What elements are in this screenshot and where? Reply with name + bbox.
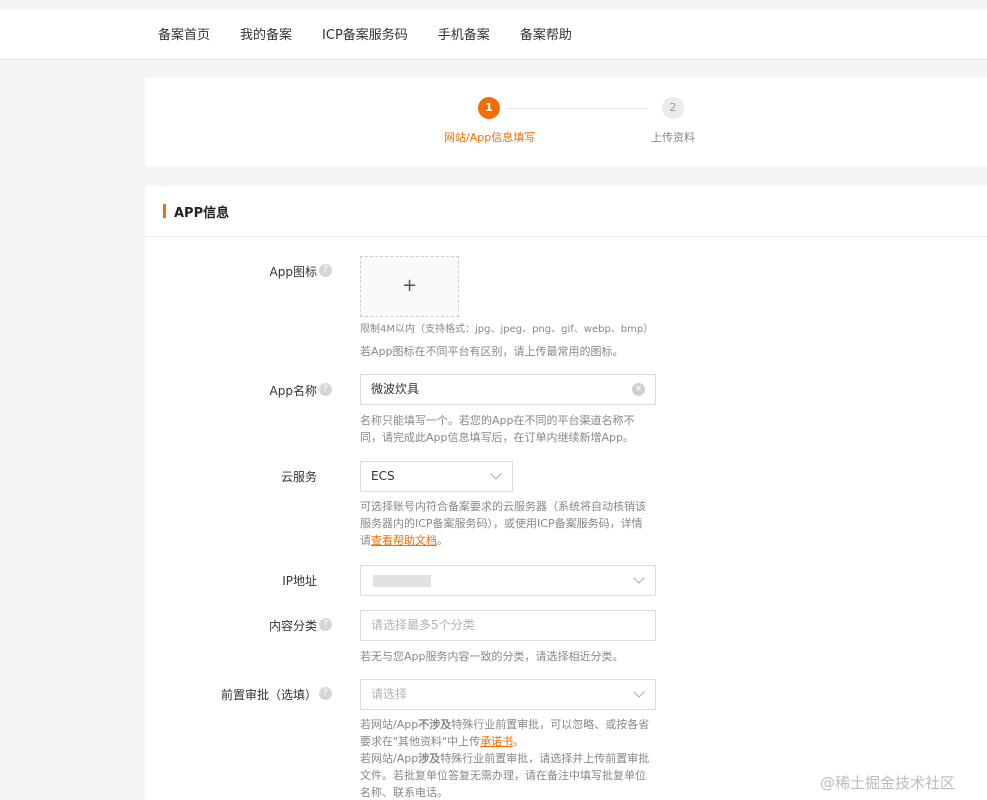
cloud-service-select[interactable]: ECS	[360, 461, 513, 492]
chevron-down-icon	[633, 572, 645, 584]
help-icon[interactable]: ?	[319, 383, 332, 396]
content-category-placeholder: 请选择最多5个分类	[371, 618, 475, 632]
redacted-ip-value	[373, 575, 431, 587]
plus-icon: +	[401, 275, 418, 296]
help-icon[interactable]: ?	[319, 264, 332, 277]
step-2-label: 上传资料	[651, 131, 695, 144]
section-header: APP信息	[145, 186, 987, 237]
preapproval-label: 前置审批（选填）	[220, 688, 317, 702]
app-icon-desc: 若App图标在不同平台有区别，请上传最常用的图标。	[360, 345, 624, 358]
step-2-indicator: 2	[662, 97, 684, 119]
clear-icon[interactable]: ×	[632, 383, 645, 396]
cloud-service-label: 云服务	[280, 470, 317, 484]
app-icon-upload[interactable]: +	[360, 256, 459, 317]
app-icon-label: App图标	[269, 265, 317, 279]
step-1-indicator: 1	[478, 97, 500, 119]
content-category-select[interactable]: 请选择最多5个分类	[360, 610, 656, 641]
watermark: @稀土掘金技术社区	[820, 774, 956, 792]
nav-menu: 备案首页 我的备案 ICP备案服务码 手机备案 备案帮助	[158, 27, 602, 45]
preapproval-placeholder: 请选择	[371, 687, 408, 701]
section-accent-bar	[163, 204, 166, 218]
nav-item-icp-code[interactable]: ICP备案服务码	[322, 27, 408, 45]
content-category-label: 内容分类	[268, 619, 317, 633]
app-info-form: APP信息 App图标 ? + 限制4M以内（支持格式：jpg、jpeg、png…	[145, 186, 987, 800]
app-name-input[interactable]: 微波炊具 ×	[360, 374, 656, 405]
nav-item-mobile-filing[interactable]: 手机备案	[438, 27, 490, 45]
preapproval-select[interactable]: 请选择	[360, 679, 656, 710]
section-title: APP信息	[174, 206, 230, 221]
top-nav-bar: 备案首页 我的备案 ICP备案服务码 手机备案 备案帮助	[0, 0, 987, 60]
app-name-label: App名称	[269, 384, 317, 398]
ip-address-select[interactable]	[360, 565, 656, 596]
app-name-desc: 名称只能填写一个。若您的App在不同的平台渠道名称不同，请完成此App信息填写后…	[360, 414, 635, 444]
step-1-label: 网站/App信息填写	[444, 131, 536, 144]
ip-address-label: IP地址	[282, 574, 317, 588]
app-name-value: 微波炊具	[371, 382, 420, 396]
chevron-down-icon	[490, 468, 502, 480]
preapproval-desc: 若网站/App不涉及特殊行业前置审批，可以忽略、或按各省要求在"其他资料"中上传…	[360, 718, 650, 799]
upload-size-note: 限制4M以内（支持格式：jpg、jpeg、png、gif、webp、bmp）	[360, 324, 654, 335]
commitment-letter-link[interactable]: 承诺书	[480, 735, 513, 748]
nav-item-my-filings[interactable]: 我的备案	[240, 27, 292, 45]
cloud-service-desc: 可选择账号内符合备案要求的云服务器（系统将自动核销该服务器内的ICP备案服务码）…	[360, 500, 646, 547]
nav-item-help[interactable]: 备案帮助	[520, 27, 572, 45]
step-connector	[508, 108, 648, 109]
help-icon[interactable]: ?	[319, 618, 332, 631]
cloud-service-value: ECS	[371, 469, 395, 483]
help-doc-link[interactable]: 查看帮助文档	[371, 534, 437, 547]
content-category-desc: 若无与您App服务内容一致的分类，请选择相近分类。	[360, 650, 624, 663]
help-icon[interactable]: ?	[319, 687, 332, 700]
nav-item-home[interactable]: 备案首页	[158, 27, 210, 45]
chevron-down-icon	[633, 686, 645, 698]
progress-steps: 1 2 网站/App信息填写 上传资料	[145, 78, 987, 166]
